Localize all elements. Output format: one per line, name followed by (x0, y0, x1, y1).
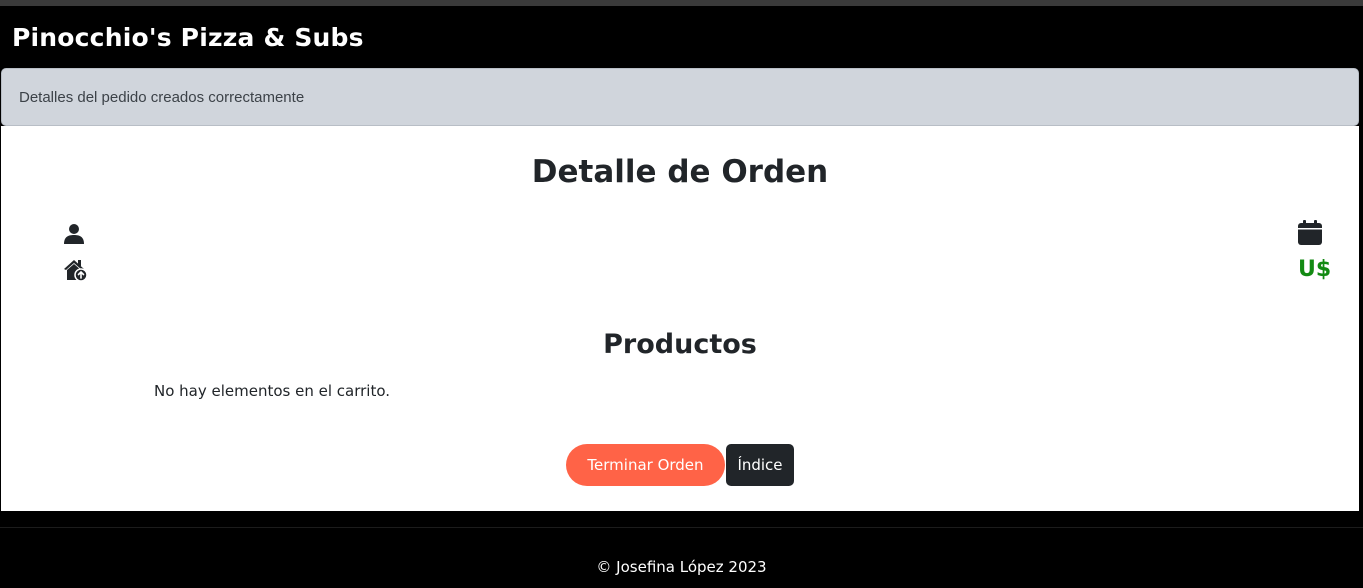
user-icon (64, 224, 84, 244)
calendar-icon (1298, 220, 1322, 245)
footer-copyright: © Josefina López 2023 (596, 558, 767, 576)
brand-link[interactable]: Pinocchio's Pizza & Subs (12, 23, 364, 52)
order-detail-content: Detalle de Orden U$ Productos No hay ele… (1, 126, 1359, 511)
navbar: Pinocchio's Pizza & Subs (0, 6, 1359, 68)
currency-label: U$ (1298, 257, 1332, 282)
page-title: Detalle de Orden (531, 154, 829, 190)
empty-cart-message: No hay elementos en el carrito. (154, 382, 391, 400)
success-alert: Detalles del pedido creados correctament… (1, 68, 1359, 126)
house-upload-icon (64, 260, 88, 282)
index-button[interactable]: Índice (726, 444, 794, 486)
alert-message: Detalles del pedido creados correctament… (19, 88, 305, 106)
footer: © Josefina López 2023 (0, 511, 1363, 588)
app-frame: Pinocchio's Pizza & Subs Detalles del pe… (0, 6, 1363, 588)
finish-order-button[interactable]: Terminar Orden (566, 444, 725, 486)
products-title: Productos (603, 329, 757, 360)
footer-divider (0, 527, 1363, 528)
